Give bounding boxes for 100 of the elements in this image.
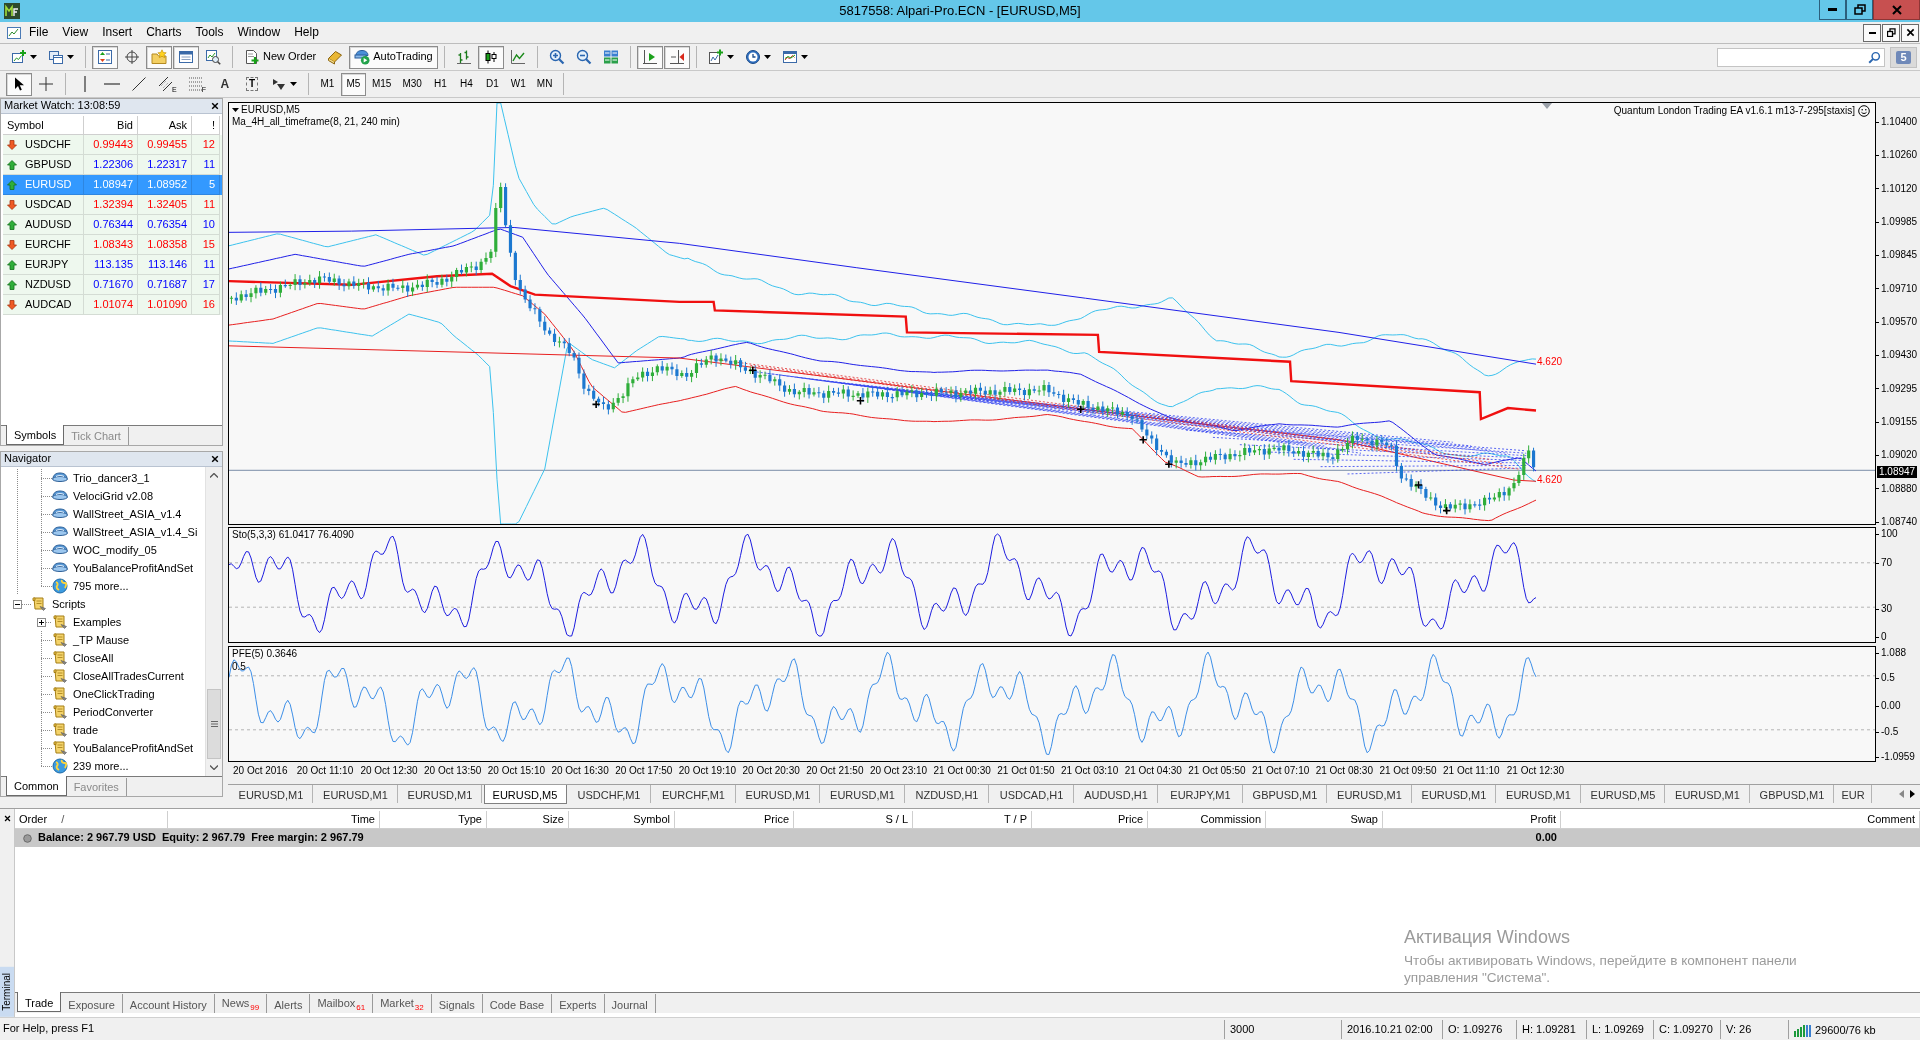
column-header[interactable]: T / P bbox=[913, 811, 1032, 829]
terminal-tab[interactable]: Market$_{32}$ bbox=[373, 994, 432, 1013]
autoscroll-button[interactable] bbox=[636, 45, 663, 69]
tree-item[interactable]: YouBalanceProfitAndSet bbox=[73, 741, 194, 755]
child-restore-button[interactable] bbox=[1882, 23, 1900, 42]
tree-item[interactable]: 239 more... bbox=[73, 759, 129, 773]
column-header[interactable]: S / L bbox=[794, 811, 913, 829]
column-header[interactable]: Commission bbox=[1148, 811, 1266, 829]
timeframe-button[interactable]: M15 bbox=[366, 72, 397, 96]
column-header[interactable]: Comment bbox=[1561, 811, 1920, 829]
text-tool-button[interactable]: A bbox=[211, 72, 238, 96]
terminal-button[interactable] bbox=[173, 45, 199, 69]
menu-item[interactable]: Insert bbox=[95, 23, 140, 42]
new-order-button[interactable]: New Order bbox=[239, 45, 322, 69]
timeframe-button[interactable]: MN bbox=[531, 72, 558, 96]
terminal-tab[interactable]: Experts bbox=[552, 994, 605, 1013]
menu-item[interactable]: Window bbox=[230, 23, 288, 42]
column-header[interactable]: Symbol bbox=[569, 811, 675, 829]
candlestick-icon bbox=[482, 49, 499, 65]
column-header[interactable]: Size bbox=[487, 811, 569, 829]
candles-button[interactable] bbox=[477, 45, 504, 69]
time-label: 21 Oct 09:50 bbox=[1379, 765, 1438, 778]
scale-label: 30 bbox=[1876, 603, 1893, 615]
tree-item[interactable]: _TP Mause bbox=[73, 633, 130, 647]
panel-tab[interactable]: Symbols bbox=[6, 425, 65, 445]
column-header[interactable]: Symbol bbox=[3, 116, 84, 135]
quote-row[interactable]: AUDUSD 0.76344 0.76354 10 bbox=[3, 215, 222, 235]
cursor-tool-button[interactable] bbox=[6, 72, 32, 96]
time-label: 20 Oct 17:50 bbox=[615, 765, 674, 778]
column-header[interactable]: Type bbox=[380, 811, 487, 829]
terminal-tab[interactable]: Exposure bbox=[61, 994, 123, 1013]
menu-item[interactable]: Charts bbox=[139, 23, 189, 42]
collapse-box-icon[interactable] bbox=[13, 599, 22, 609]
tree-item[interactable]: WallStreet_ASIA_v1.4 bbox=[73, 507, 182, 521]
timeframe-button[interactable]: M30 bbox=[397, 72, 427, 96]
timeframe-button[interactable]: H4 bbox=[453, 72, 479, 96]
column-header[interactable]: ! bbox=[192, 116, 220, 135]
terminal-tab[interactable]: Trade bbox=[17, 992, 62, 1012]
column-header[interactable]: Bid bbox=[84, 116, 138, 135]
column-header[interactable]: Ask bbox=[138, 116, 192, 135]
timeframe-button[interactable]: H1 bbox=[427, 72, 453, 96]
tree-item[interactable]: OneClickTrading bbox=[73, 687, 155, 701]
terminal-tab[interactable]: Journal bbox=[604, 994, 656, 1013]
tree-item[interactable]: WOC_modify_05 bbox=[73, 543, 157, 557]
column-header[interactable]: Price bbox=[1032, 811, 1148, 829]
terminal-tab[interactable]: Mailbox$_{61}$ bbox=[310, 994, 374, 1013]
terminal-tab[interactable]: Account History bbox=[122, 994, 215, 1013]
tree-item[interactable]: Scripts bbox=[52, 597, 86, 611]
menu-item[interactable]: Help bbox=[287, 23, 326, 42]
child-close-button[interactable] bbox=[1901, 23, 1919, 42]
tree-item[interactable]: YouBalanceProfitAndSet bbox=[73, 561, 194, 575]
balance-row[interactable]: Balance: 2 967.79 USD Equity: 2 967.79 Free margin: 2 967.79 0.00 bbox=[15, 829, 1920, 847]
column-header[interactable]: Time bbox=[168, 811, 380, 829]
quote-row[interactable]: EURCHF 1.08343 1.08358 15 bbox=[3, 235, 222, 255]
shift-button[interactable] bbox=[663, 45, 690, 69]
quote-row[interactable]: USDCHF 0.99443 0.99455 12 bbox=[3, 135, 222, 155]
quote-row[interactable]: NZDUSD 0.71670 0.71687 17 bbox=[3, 275, 222, 295]
search-field[interactable] bbox=[1717, 47, 1885, 67]
navigator-button[interactable] bbox=[146, 45, 172, 69]
tree-item[interactable]: 795 more... bbox=[73, 579, 129, 593]
terminal-tab[interactable]: Code Base bbox=[482, 994, 553, 1013]
timeframe-button[interactable]: M1 bbox=[314, 72, 340, 96]
scrollbar-thumb[interactable] bbox=[207, 689, 221, 759]
chart-tab[interactable]: EURUSD,M5 bbox=[483, 785, 567, 804]
column-header[interactable]: Price bbox=[675, 811, 794, 829]
quote-row[interactable]: USDCAD 1.32394 1.32405 11 bbox=[3, 195, 222, 215]
tree-item[interactable]: VelociGrid v2.08 bbox=[73, 489, 154, 503]
quote-row[interactable]: EURJPY 113.135 113.146 11 bbox=[3, 255, 222, 275]
zoom-in-icon bbox=[548, 49, 565, 65]
tree-item[interactable]: WallStreet_ASIA_v1.4_Si bbox=[73, 525, 198, 539]
tree-item[interactable]: PeriodConverter bbox=[73, 705, 154, 719]
tree-item[interactable]: Trio_dancer3_1 bbox=[73, 471, 150, 485]
child-minimize-button[interactable] bbox=[1863, 23, 1881, 42]
terminal-tab[interactable]: Alerts bbox=[267, 994, 311, 1013]
terminal-tab[interactable]: News$_{99}$ bbox=[214, 994, 268, 1013]
quote-row[interactable]: GBPUSD 1.22306 1.22317 11 bbox=[3, 155, 222, 175]
terminal-tab[interactable]: Signals bbox=[431, 994, 483, 1013]
vertical-scrollbar[interactable] bbox=[205, 467, 222, 776]
quote-row[interactable]: AUDCAD 1.01074 1.01090 16 bbox=[3, 295, 222, 315]
expand-box-icon[interactable] bbox=[37, 617, 46, 627]
column-header[interactable]: Swap bbox=[1266, 811, 1383, 829]
column-header[interactable]: Profit bbox=[1383, 811, 1561, 829]
column-header[interactable]: Order bbox=[19, 813, 48, 828]
autotrading-button[interactable]: AutoTrading bbox=[349, 45, 438, 69]
messages-button[interactable]: 5 bbox=[1890, 46, 1917, 68]
timeframe-button[interactable]: W1 bbox=[505, 72, 531, 96]
tree-item[interactable]: trade bbox=[73, 723, 99, 737]
panel-tab[interactable]: Common bbox=[6, 776, 67, 796]
tree-item[interactable]: CloseAllTradesCurrent bbox=[73, 669, 184, 683]
tree-item[interactable]: Examples bbox=[73, 615, 122, 629]
label-tool-button[interactable]: T bbox=[238, 72, 265, 96]
tree-item[interactable]: CloseAll bbox=[73, 651, 114, 665]
menu-item[interactable]: Tools bbox=[188, 23, 231, 42]
scroll-right-button[interactable] bbox=[1908, 789, 1917, 799]
menu-item[interactable]: View bbox=[55, 23, 96, 42]
timeframe-button[interactable]: D1 bbox=[479, 72, 505, 96]
timeframe-button[interactable]: M5 bbox=[340, 72, 366, 96]
market-watch-button[interactable] bbox=[92, 45, 118, 69]
menu-item[interactable]: File bbox=[22, 23, 56, 42]
minimize-button[interactable] bbox=[1819, 0, 1846, 20]
